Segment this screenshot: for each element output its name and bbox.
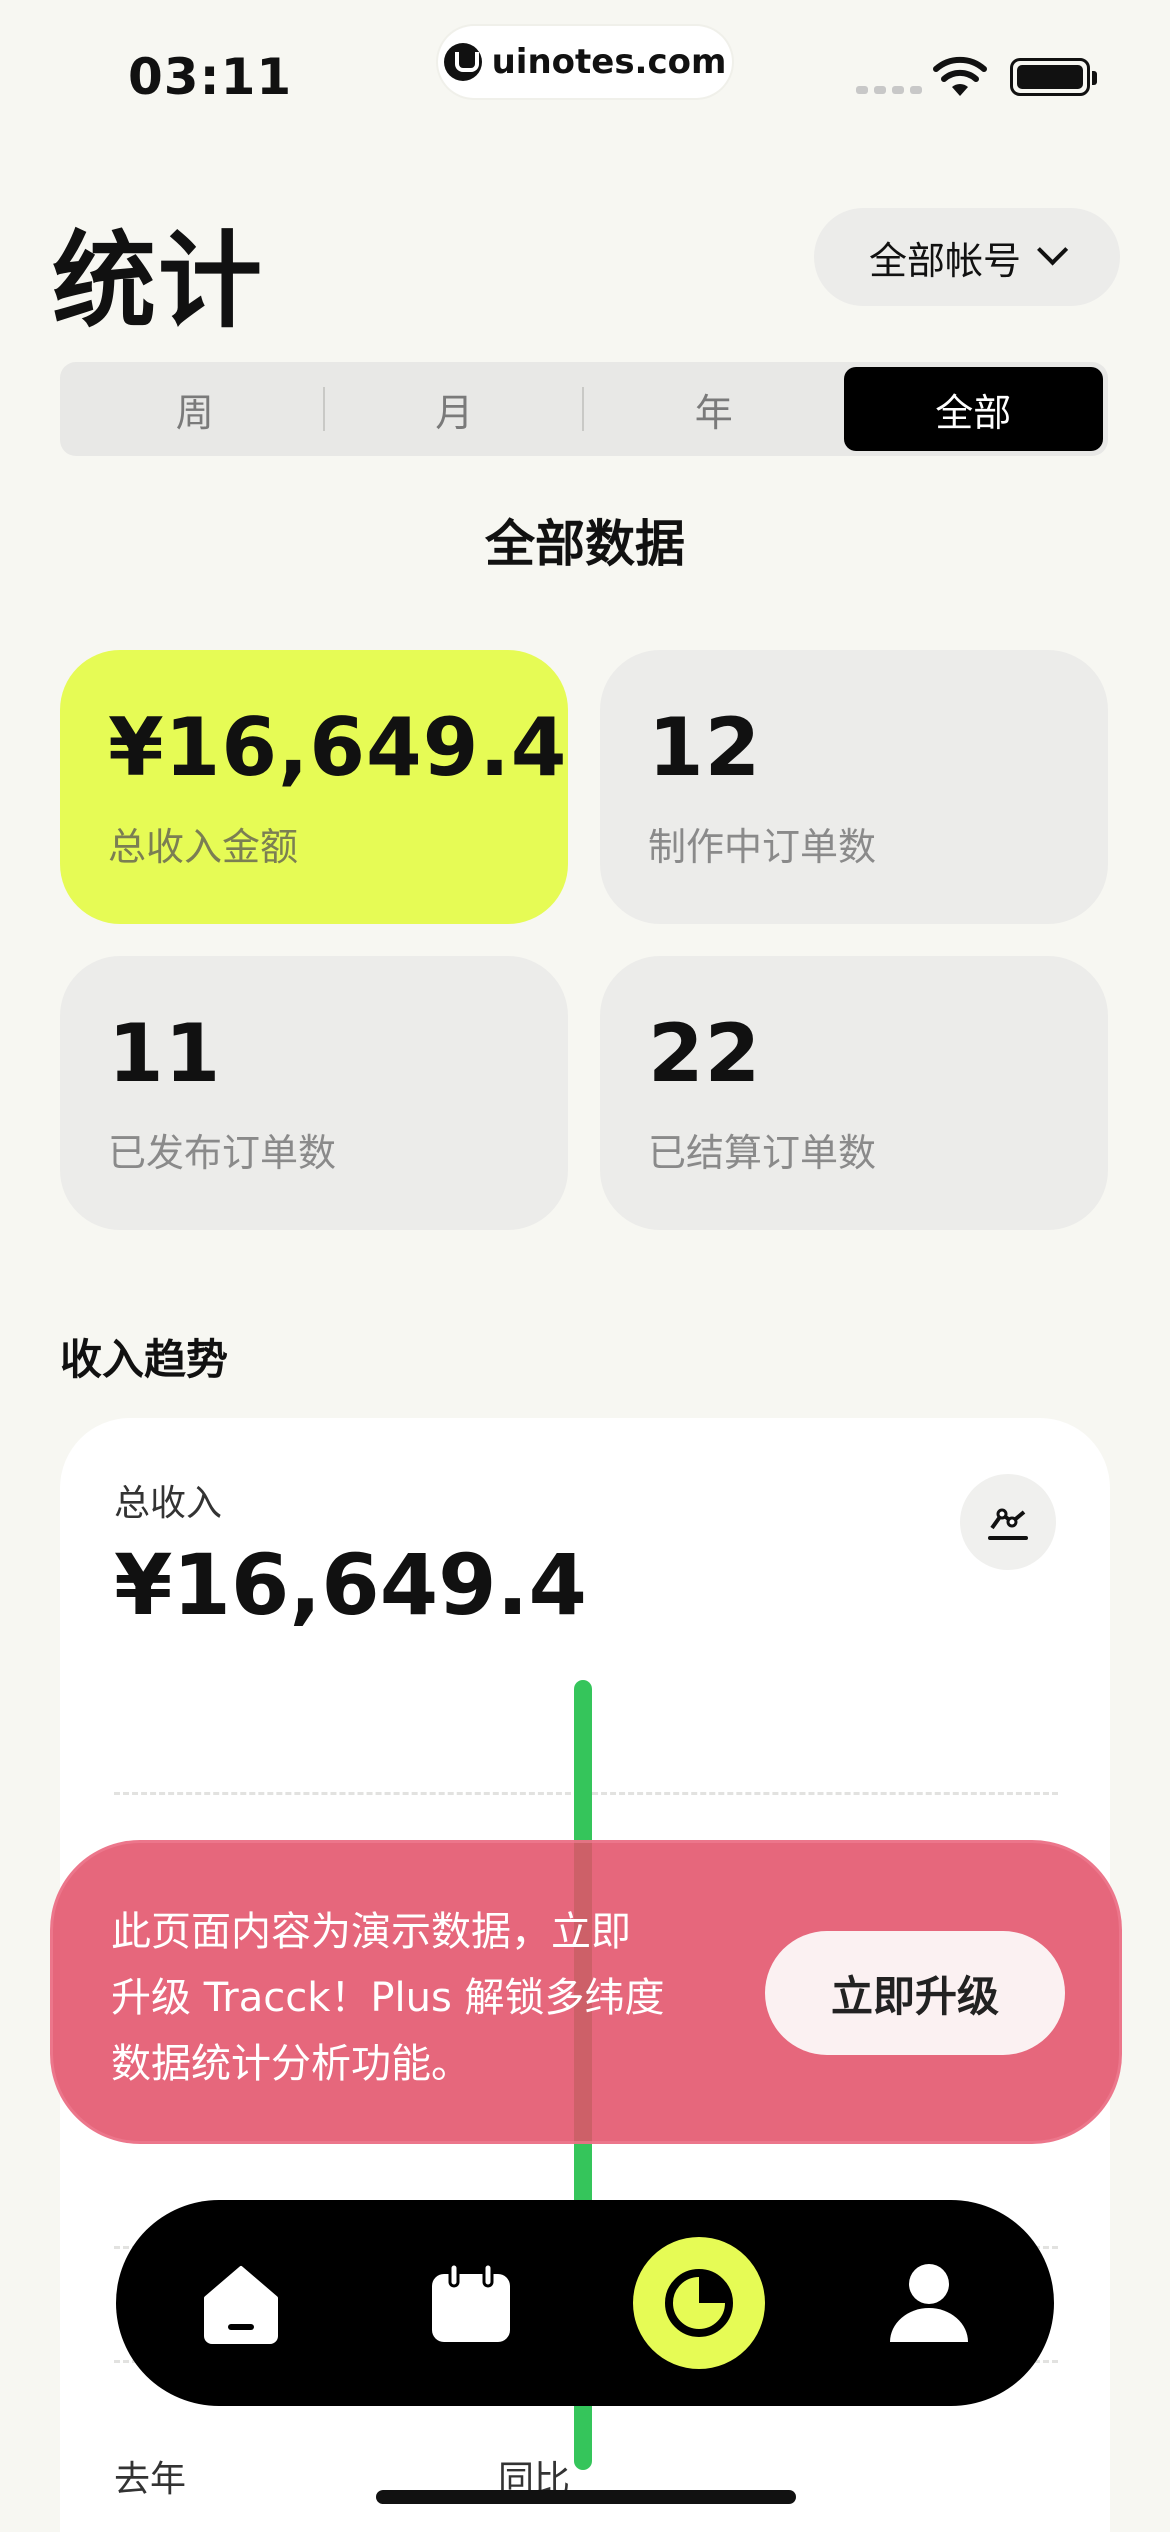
banner-message: 此页面内容为演示数据，立即 升级 Tracck！Plus 解锁多纬度 数据统计分… xyxy=(111,1899,751,2097)
section-title: 全部数据 xyxy=(485,515,685,573)
tab-active-indicator xyxy=(633,2237,765,2369)
banner-line: 升级 Tracck！Plus 解锁多纬度 xyxy=(111,1975,665,2021)
trend-heading: 收入趋势 xyxy=(60,1335,229,1384)
stat-value: 12 xyxy=(648,701,762,794)
page-title: 统计 xyxy=(52,220,265,342)
account-dropdown-label: 全部帐号 xyxy=(868,238,1021,283)
profile-icon xyxy=(890,2264,968,2342)
line-chart-icon xyxy=(988,1508,1028,1540)
status-time: 03:11 xyxy=(128,48,293,106)
banner-line: 数据统计分析功能。 xyxy=(111,2041,471,2087)
tab-profile[interactable] xyxy=(854,2200,1004,2406)
stat-card-in-progress[interactable]: 12 制作中订单数 xyxy=(600,650,1108,924)
status-bar: 03:11 uinotes.com xyxy=(0,0,1170,140)
stat-card-settled[interactable]: 22 已结算订单数 xyxy=(600,956,1108,1230)
battery-icon xyxy=(1010,58,1097,96)
bottom-tab-bar xyxy=(116,2200,1054,2406)
last-year-label: 去年 xyxy=(114,2459,187,2500)
account-dropdown[interactable]: 全部帐号 xyxy=(814,208,1120,306)
upgrade-button[interactable]: 立即升级 xyxy=(765,1931,1065,2055)
url-text: uinotes.com xyxy=(491,42,727,82)
tab-month[interactable]: 月 xyxy=(325,367,585,451)
stat-label: 总收入金额 xyxy=(108,825,299,869)
trend-value: ¥16,649.4 xyxy=(114,1536,587,1634)
stat-card-published[interactable]: 11 已发布订单数 xyxy=(60,956,568,1230)
stat-label: 已发布订单数 xyxy=(108,1131,337,1175)
stat-card-total-income[interactable]: ¥16,649.4 总收入金额 xyxy=(60,650,568,924)
tab-calendar[interactable] xyxy=(396,2200,546,2406)
home-icon xyxy=(204,2266,278,2344)
pie-chart-icon xyxy=(665,2269,733,2337)
site-logo-icon xyxy=(443,43,482,81)
stat-label: 制作中订单数 xyxy=(648,825,877,869)
cellular-signal-icon xyxy=(856,86,922,94)
tab-year[interactable]: 年 xyxy=(584,367,844,451)
stat-label: 已结算订单数 xyxy=(648,1131,877,1175)
banner-line: 此页面内容为演示数据，立即 xyxy=(111,1909,631,1955)
url-pill[interactable]: uinotes.com xyxy=(438,26,732,98)
stat-value: ¥16,649.4 xyxy=(108,701,568,794)
tab-all[interactable]: 全部 xyxy=(843,367,1103,451)
home-indicator xyxy=(376,2490,796,2504)
wifi-icon xyxy=(933,56,987,96)
tab-statistics[interactable] xyxy=(624,2200,774,2406)
stat-value: 22 xyxy=(648,1007,762,1100)
tab-week[interactable]: 周 xyxy=(65,367,325,451)
stat-value: 11 xyxy=(108,1007,222,1100)
chevron-down-icon xyxy=(1037,234,1069,266)
period-segmented-control: 周 月 年 全部 xyxy=(60,362,1108,456)
upgrade-banner: 此页面内容为演示数据，立即 升级 Tracck！Plus 解锁多纬度 数据统计分… xyxy=(50,1840,1122,2144)
tab-home[interactable] xyxy=(166,2200,316,2406)
chart-type-toggle-button[interactable] xyxy=(960,1474,1056,1570)
trend-label: 总收入 xyxy=(114,1483,223,1524)
calendar-icon xyxy=(432,2262,510,2342)
